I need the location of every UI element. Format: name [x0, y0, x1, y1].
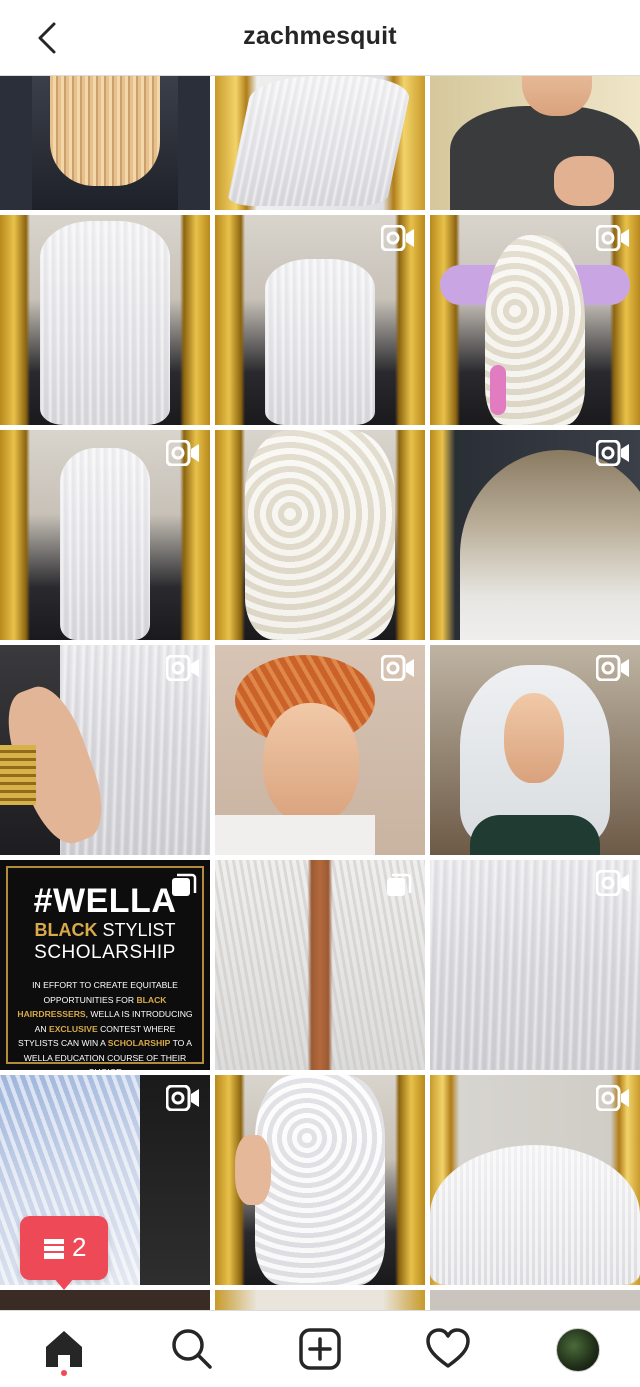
post-tile[interactable] [215, 76, 425, 210]
video-camera-icon [596, 655, 629, 681]
post-tile[interactable] [215, 1075, 425, 1285]
home-active-dot [61, 1370, 67, 1376]
posts-icon [44, 1239, 64, 1259]
video-camera-icon [596, 440, 629, 466]
video-camera-icon [381, 655, 414, 681]
post-tile[interactable] [430, 1075, 640, 1285]
post-tile[interactable] [0, 215, 210, 425]
post-tile[interactable] [430, 1290, 640, 1310]
video-camera-icon [166, 1085, 199, 1111]
post-tile[interactable] [215, 430, 425, 640]
avatar[interactable] [556, 1328, 600, 1372]
post-tile[interactable] [430, 430, 640, 640]
search-icon[interactable] [168, 1325, 216, 1373]
post-tile[interactable] [215, 860, 425, 1070]
profile-header: zachmesquit [0, 0, 640, 76]
page-title: zachmesquit [243, 22, 397, 50]
post-tile[interactable] [215, 1290, 425, 1310]
wella-scholarship-post[interactable]: #WELLA BLACK STYLIST SCHOLARSHIP In effo… [0, 860, 210, 1070]
video-camera-icon [596, 1085, 629, 1111]
badge-count: 2 [72, 1232, 87, 1262]
heart-icon[interactable] [424, 1325, 472, 1373]
wella-body-text: In effort to create equitable opportunit… [17, 980, 193, 1070]
wella-scholarship-title: SCHOLARSHIP [34, 942, 176, 963]
video-camera-icon [166, 655, 199, 681]
home-icon[interactable] [40, 1325, 88, 1373]
carousel-icon [172, 873, 197, 896]
post-tile[interactable] [430, 215, 640, 425]
video-camera-icon [596, 870, 629, 896]
post-tile[interactable] [430, 860, 640, 1070]
video-camera-icon [596, 225, 629, 251]
post-grid: #WELLA BLACK STYLIST SCHOLARSHIP In effo… [0, 0, 640, 1310]
post-tile[interactable] [430, 645, 640, 855]
carousel-icon [387, 873, 412, 896]
post-tile[interactable] [215, 215, 425, 425]
post-tile[interactable] [215, 645, 425, 855]
post-tile[interactable] [430, 76, 640, 210]
post-tile[interactable] [0, 76, 210, 210]
wella-subheadline: BLACK STYLIST [34, 920, 176, 940]
notification-badge[interactable]: 2 [20, 1216, 108, 1290]
post-tile[interactable] [0, 1290, 210, 1310]
bottom-navigation [0, 1310, 640, 1387]
post-tile[interactable] [0, 645, 210, 855]
video-camera-icon [381, 225, 414, 251]
video-camera-icon [166, 440, 199, 466]
plus-square-icon[interactable] [296, 1325, 344, 1373]
post-tile[interactable] [0, 430, 210, 640]
